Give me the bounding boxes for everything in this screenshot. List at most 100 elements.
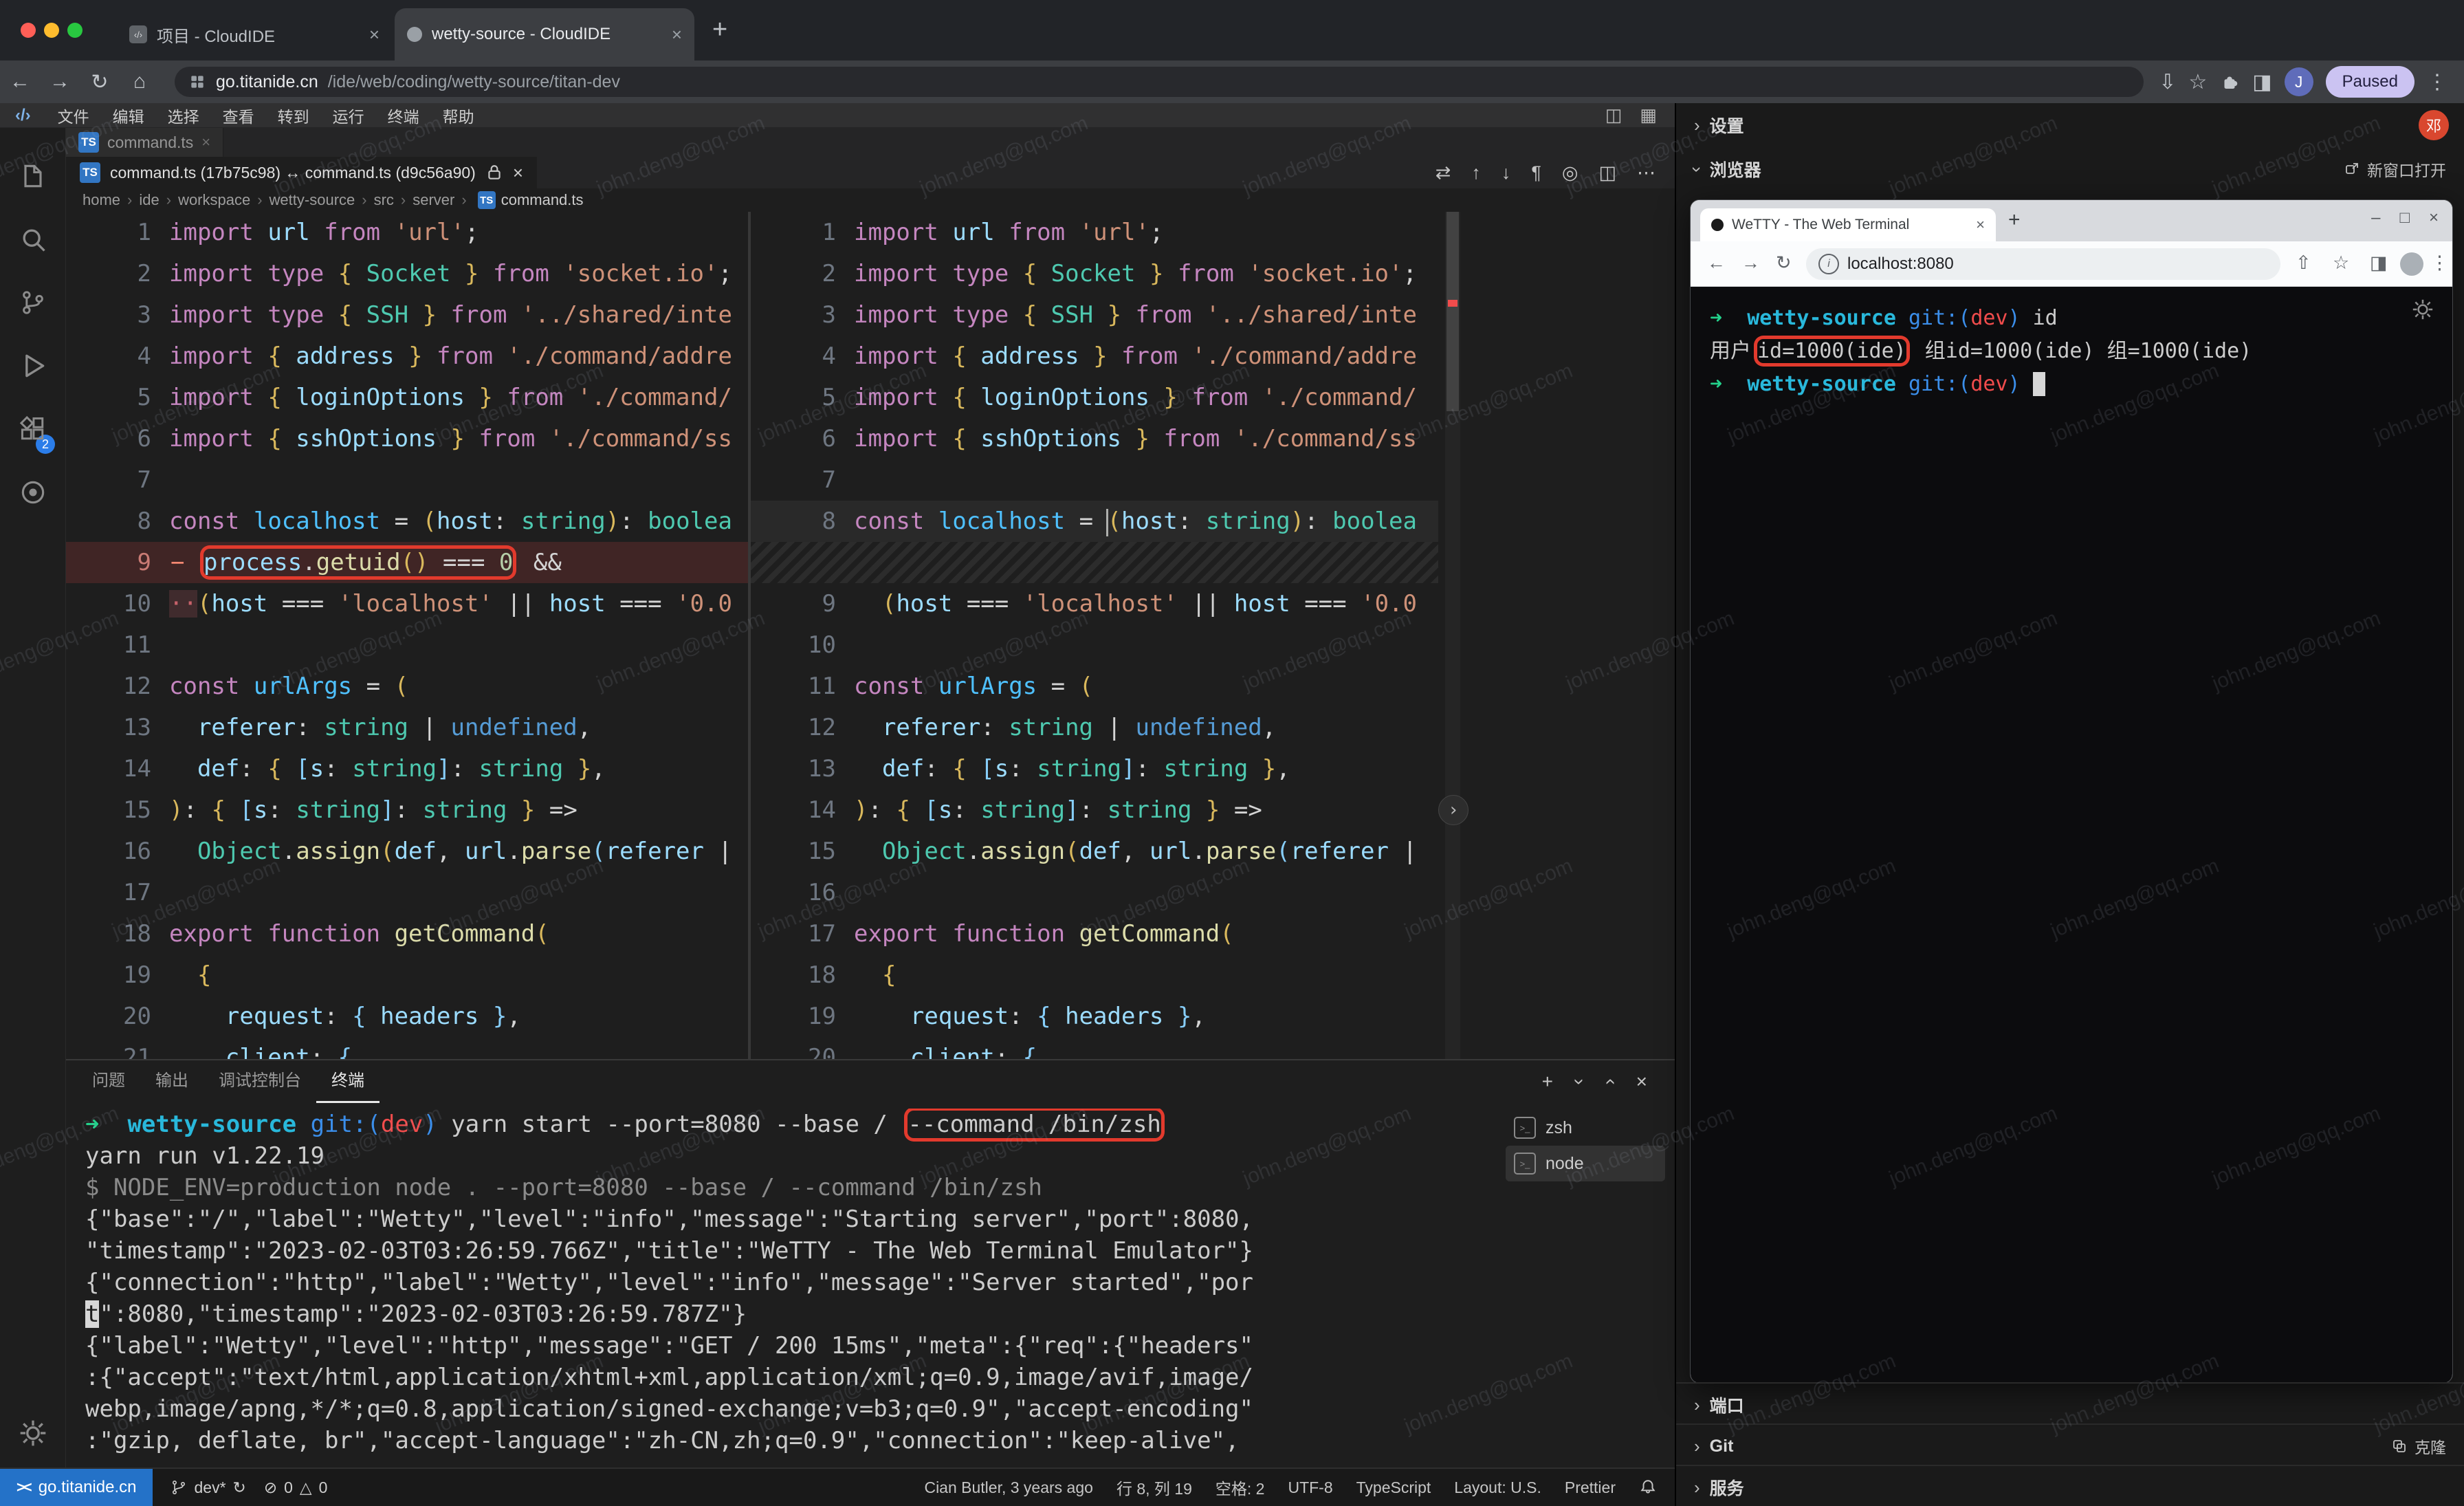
minimize-window-button[interactable] — [44, 23, 59, 38]
close-window-button[interactable] — [21, 23, 36, 38]
search-icon[interactable] — [18, 224, 48, 254]
close-panel-icon[interactable]: × — [1636, 1071, 1647, 1093]
editor-tab-diff[interactable]: TS command.ts (17b75c98) ↔ command.ts (d… — [66, 157, 537, 188]
menu-item[interactable]: 文件 — [46, 104, 101, 127]
panel-tab-2[interactable]: 输出 — [140, 1061, 204, 1101]
git-branch-status[interactable]: dev* ↻ — [170, 1478, 245, 1497]
open-new-window-button[interactable]: 新窗口打开 — [2344, 157, 2446, 181]
back-icon[interactable]: ← — [1707, 252, 1726, 274]
status-item[interactable]: Prettier — [1565, 1478, 1616, 1497]
terminal-output[interactable]: ➜ wetty-source git:(dev) yarn start --po… — [85, 1109, 1496, 1463]
open-file-icon[interactable]: ◎ — [1562, 162, 1578, 184]
status-item[interactable]: TypeScript — [1356, 1478, 1431, 1497]
profile-avatar[interactable]: J — [2285, 67, 2313, 96]
status-item[interactable]: Cian Butler, 3 years ago — [924, 1478, 1092, 1497]
diff-original-pane[interactable]: 1import url from 'url';2import type { So… — [66, 212, 748, 1059]
reload-icon[interactable]: ↻ — [1776, 252, 1792, 274]
browser-tab-project[interactable]: ‹/› 项目 - CloudIDE × — [117, 8, 392, 61]
close-icon[interactable]: × — [2429, 208, 2439, 228]
breadcrumb-item[interactable]: home — [82, 191, 120, 209]
new-terminal-icon[interactable]: + — [1542, 1071, 1553, 1093]
clone-button[interactable]: 克隆 — [2391, 1434, 2446, 1458]
settings-gear-icon[interactable] — [18, 1418, 48, 1448]
zoom-window-button[interactable] — [67, 23, 82, 38]
editor-tab-command-ts[interactable]: TS command.ts × — [66, 128, 223, 157]
section-services[interactable]: › 服务 — [1676, 1465, 2464, 1506]
menu-kebab-icon[interactable]: ⋮ — [2430, 252, 2449, 274]
extensions-icon[interactable] — [18, 414, 48, 444]
open-changes-icon[interactable]: ⇄ — [1436, 162, 1451, 184]
scrollbar-thumb[interactable] — [1446, 212, 1459, 411]
explorer-files-icon[interactable] — [18, 161, 48, 191]
side-panel-icon[interactable]: ◨ — [2252, 70, 2272, 94]
download-icon[interactable]: ⇩ — [2159, 70, 2176, 94]
breadcrumb-item[interactable]: server — [412, 191, 454, 209]
customize-layout-icon[interactable]: ▦ — [1640, 105, 1657, 126]
section-ports[interactable]: › 端口 — [1676, 1382, 2464, 1426]
browser-menu-kebab-icon[interactable]: ⋮ — [2427, 70, 2448, 94]
section-browser[interactable]: › 浏览器 新窗口打开 — [1676, 147, 2464, 191]
previous-change-icon[interactable]: ↑ — [1471, 162, 1481, 184]
run-debug-icon[interactable] — [18, 351, 48, 381]
panel-tab-4[interactable]: 终端 — [316, 1061, 380, 1103]
section-git[interactable]: › Git 克隆 — [1676, 1423, 2464, 1467]
home-icon[interactable]: ⌂ — [120, 70, 160, 94]
maximize-panel-icon[interactable]: › — [1598, 1078, 1620, 1084]
bookmark-star-icon[interactable]: ☆ — [2188, 70, 2207, 94]
menu-item[interactable]: 转到 — [266, 104, 321, 127]
problems-status[interactable]: ⊘ 0 △ 0 — [264, 1478, 328, 1497]
menu-item[interactable]: 运行 — [321, 104, 376, 127]
split-editor-icon[interactable]: ◫ — [1598, 162, 1616, 184]
web-terminal[interactable]: ➜ wetty-source git:(dev) id用户id=1000(ide… — [1691, 287, 2452, 1383]
embedded-browser-tab[interactable]: WeTTY - The Web Terminal × — [1700, 208, 1996, 241]
side-panel-icon[interactable]: ◨ — [2370, 252, 2388, 274]
source-control-icon[interactable] — [18, 287, 48, 318]
remote-indicator[interactable]: >< go.titanide.cn — [0, 1469, 153, 1506]
menu-item[interactable]: 帮助 — [431, 104, 486, 127]
diff-modified-pane[interactable]: 1import url from 'url';2import type { So… — [751, 212, 1438, 1059]
breadcrumb-item[interactable]: src — [374, 191, 394, 209]
forward-icon[interactable]: → — [40, 70, 80, 94]
new-tab-button[interactable]: + — [712, 15, 727, 45]
terminal-profile-dropdown-icon[interactable]: › — [1569, 1078, 1591, 1084]
breadcrumb-item[interactable]: ide — [139, 191, 159, 209]
address-bar[interactable]: go.titanide.cn/ide/web/coding/wetty-sour… — [175, 67, 2144, 97]
sync-paused-badge[interactable]: Paused — [2326, 66, 2414, 98]
status-item[interactable]: 空格: 2 — [1216, 1476, 1265, 1499]
maximize-icon[interactable]: □ — [2399, 208, 2410, 228]
split-editor-icon[interactable]: ◫ — [1605, 105, 1622, 126]
forward-icon[interactable]: → — [1741, 252, 1760, 274]
next-change-icon[interactable]: ↓ — [1502, 162, 1511, 184]
close-tab-icon[interactable]: × — [513, 162, 523, 184]
reload-icon[interactable]: ↻ — [80, 70, 120, 94]
menu-item[interactable]: 选择 — [156, 104, 211, 127]
close-tab-icon[interactable]: × — [201, 133, 210, 151]
status-item[interactable]: Layout: U.S. — [1454, 1478, 1541, 1497]
more-actions-icon[interactable]: ⋯ — [1637, 162, 1656, 184]
terminal-settings-gear-icon[interactable] — [2411, 298, 2434, 321]
profile-avatar[interactable] — [2400, 252, 2423, 276]
browser-tab-wetty-source[interactable]: wetty-source - CloudIDE × — [395, 8, 694, 61]
share-icon[interactable]: ⇧ — [2296, 252, 2311, 274]
menu-item[interactable]: 终端 — [376, 104, 431, 127]
user-avatar[interactable]: 邓 — [2419, 110, 2449, 140]
environment-icon[interactable] — [18, 477, 48, 508]
close-tab-icon[interactable]: × — [369, 24, 380, 45]
back-icon[interactable]: ← — [0, 70, 40, 94]
bookmark-star-icon[interactable]: ☆ — [2333, 252, 2349, 274]
new-tab-icon[interactable]: + — [2008, 208, 2021, 232]
notifications-bell-icon[interactable] — [1639, 1478, 1657, 1496]
panel-tab-3[interactable]: 调试控制台 — [204, 1061, 316, 1101]
terminal-list-item[interactable]: >_node — [1506, 1146, 1665, 1181]
site-info-icon[interactable]: i — [1818, 254, 1839, 274]
breadcrumb-item[interactable]: wetty-source — [270, 191, 355, 209]
menu-item[interactable]: 查看 — [211, 104, 266, 127]
editor-scrollbar[interactable] — [1445, 212, 1460, 1059]
toggle-whitespace-icon[interactable]: ¶ — [1531, 162, 1541, 184]
chevron-right-icon[interactable]: › — [1438, 795, 1468, 825]
close-tab-icon[interactable]: × — [672, 24, 682, 45]
menu-item[interactable]: 编辑 — [101, 104, 156, 127]
close-tab-icon[interactable]: × — [1976, 216, 1985, 234]
terminal-list-item[interactable]: >_zsh — [1506, 1110, 1665, 1146]
sync-icon[interactable]: ↻ — [233, 1478, 246, 1497]
